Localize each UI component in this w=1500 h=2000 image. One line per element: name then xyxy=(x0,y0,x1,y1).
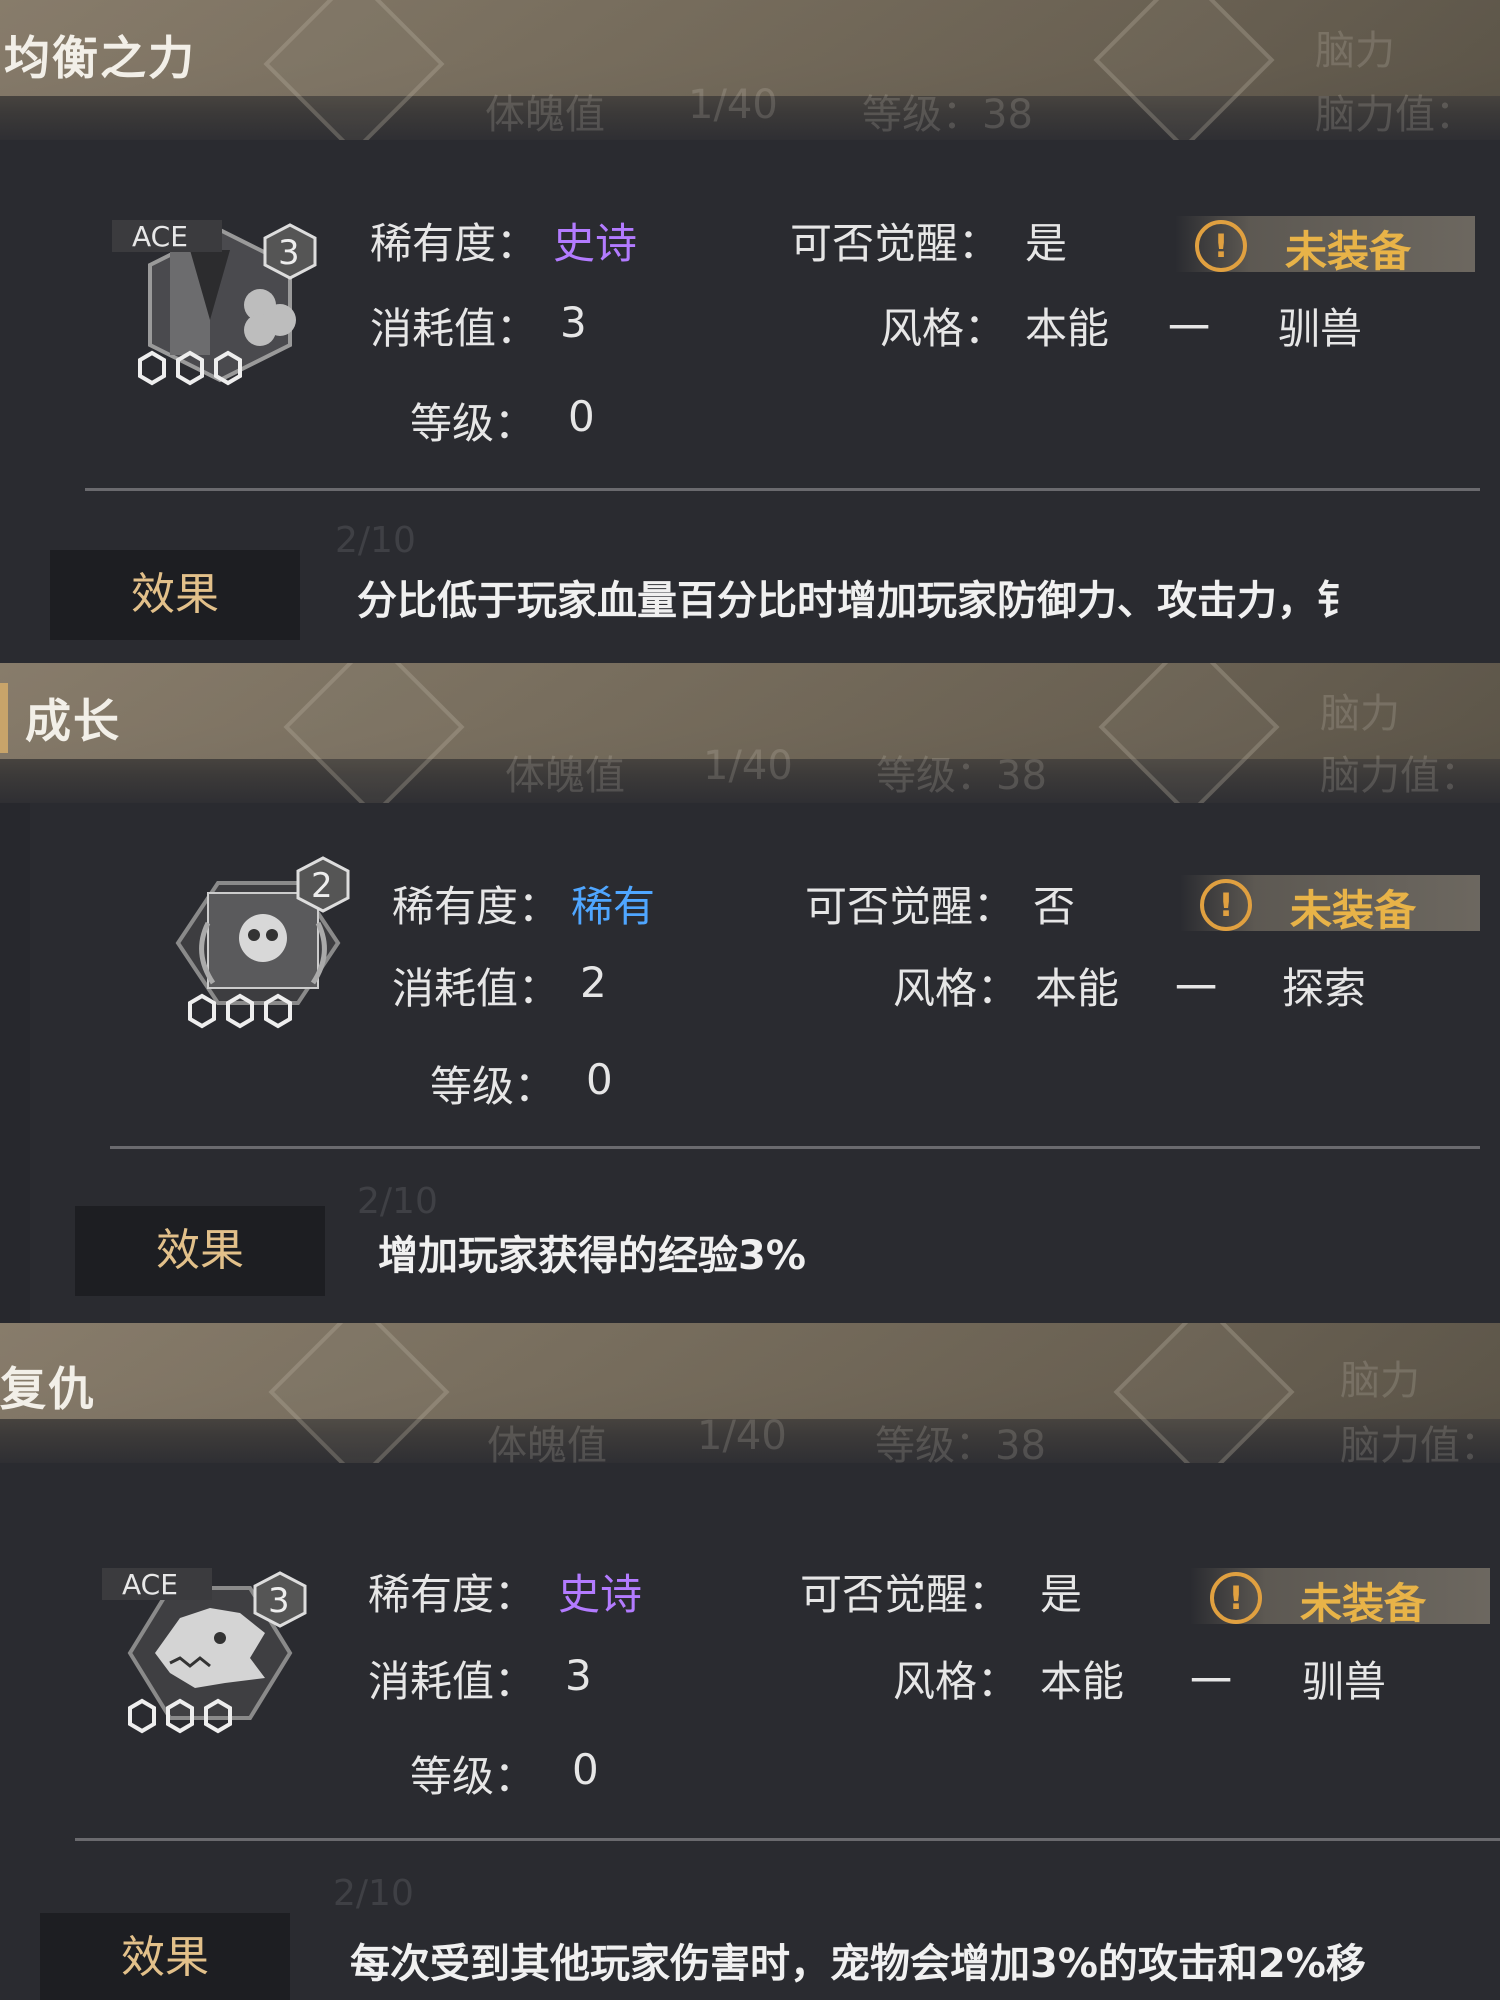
effect-tab[interactable]: 效果 xyxy=(40,1913,290,2000)
ghost-brain-value: 脑力值： xyxy=(1315,92,1475,138)
card-header: 体魄值 1/40 等级：38 脑力 脑力值： 均衡之力 xyxy=(0,0,1500,155)
ghost-stat-value: 1/40 xyxy=(703,743,793,789)
cost-label: 消耗值： xyxy=(368,1657,537,1706)
cost-label: 消耗值： xyxy=(392,964,561,1013)
ghost-stat-value: 1/40 xyxy=(697,1413,787,1459)
rarity-value: 稀有 xyxy=(571,882,656,931)
svg-text:ACE: ACE xyxy=(132,220,188,253)
divider xyxy=(110,1146,1480,1149)
card-title: 复仇 xyxy=(0,1362,96,1416)
rarity-label: 稀有度： xyxy=(368,1570,537,1619)
cost-value: 2 xyxy=(580,958,607,1007)
card-header: 体魄值 1/40 等级：38 脑力 脑力值： 复仇 xyxy=(0,1323,1500,1483)
awaken-label: 可否觉醒： xyxy=(805,882,1016,931)
ghost-level: 等级：38 xyxy=(876,753,1047,799)
awaken-label: 可否觉醒： xyxy=(790,219,1001,268)
style-dash: 一 xyxy=(1168,304,1211,353)
ghost-brain: 脑力 xyxy=(1340,1358,1420,1404)
style-dash: 一 xyxy=(1175,964,1218,1013)
ghost-brain-value: 脑力值： xyxy=(1320,753,1480,799)
divider xyxy=(75,1838,1500,1841)
svg-text:3: 3 xyxy=(268,1581,290,1621)
rarity-value: 史诗 xyxy=(553,219,638,268)
card-header: 体魄值 1/40 等级：38 脑力 脑力值： 成长 xyxy=(0,663,1500,818)
equip-status-badge[interactable]: ! 未装备 xyxy=(1175,216,1475,276)
level-value: 0 xyxy=(572,1745,599,1794)
ghost-stat-label: 体魄值 xyxy=(505,753,625,799)
level-value: 0 xyxy=(586,1055,613,1104)
card-emblem-icon: ACE 3 xyxy=(102,1568,307,1734)
ghost-progress: 2/10 xyxy=(357,1181,438,1222)
awaken-value: 否 xyxy=(1033,882,1076,931)
effect-description: 每次受到其他玩家伤害时，宠物会增加3%的攻击和2%移 xyxy=(350,1941,1366,1987)
equip-status-badge[interactable]: ! 未装备 xyxy=(1190,1568,1490,1628)
level-label: 等级： xyxy=(410,1752,537,1801)
ghost-stat-label: 体魄值 xyxy=(485,92,605,138)
warning-icon: ! xyxy=(1210,1572,1262,1624)
card-body: ACE 3 稀有度： 史诗 消耗值： 3 等级： 0 可否觉醒： 是 风格： 本… xyxy=(0,1463,1500,2000)
effect-tab[interactable]: 效果 xyxy=(50,550,300,640)
effect-description: 分比低于玩家血量百分比时增加玩家防御力、攻击力，钅 xyxy=(357,578,1357,624)
card-title: 均衡之力 xyxy=(4,31,196,85)
warning-icon: ! xyxy=(1195,220,1247,272)
cost-label: 消耗值： xyxy=(370,304,539,353)
card-emblem-icon: 2 xyxy=(175,856,350,1029)
cost-value: 3 xyxy=(565,1651,592,1700)
rarity-label: 稀有度： xyxy=(370,219,539,268)
svg-text:2: 2 xyxy=(311,866,333,906)
cost-value: 3 xyxy=(560,298,587,347)
svg-text:3: 3 xyxy=(278,233,300,273)
level-label: 等级： xyxy=(430,1062,557,1111)
card-body: 2 稀有度： 稀有 消耗值： 2 等级： 0 可否觉醒： 否 风格： 本能 一 … xyxy=(30,803,1500,1323)
card-panel-growth: 体魄值 1/40 等级：38 脑力 脑力值： 成长 2 稀有度： 稀有 消耗值：… xyxy=(0,663,1500,1323)
awaken-value: 是 xyxy=(1025,219,1068,268)
equip-status-text: 未装备 xyxy=(1300,1579,1427,1628)
card-panel-revenge: 体魄值 1/40 等级：38 脑力 脑力值： 复仇 ACE 3 稀有度： 史诗 … xyxy=(0,1323,1500,2000)
awaken-value: 是 xyxy=(1040,1570,1083,1619)
style-label: 风格： xyxy=(893,1657,1020,1706)
style-secondary: 驯兽 xyxy=(1278,304,1363,353)
rarity-label: 稀有度： xyxy=(392,882,561,931)
ghost-level: 等级：38 xyxy=(862,92,1033,138)
ghost-stat-value: 1/40 xyxy=(688,82,778,128)
card-emblem-icon: ACE 3 xyxy=(112,220,317,386)
style-primary: 本能 xyxy=(1035,964,1120,1013)
level-value: 0 xyxy=(568,392,595,441)
style-secondary: 探索 xyxy=(1282,964,1367,1013)
card-panel-balance: 体魄值 1/40 等级：38 脑力 脑力值： 均衡之力 ACE 3 稀有度： 史… xyxy=(0,0,1500,663)
style-label: 风格： xyxy=(893,964,1020,1013)
warning-icon: ! xyxy=(1200,879,1252,931)
equip-status-text: 未装备 xyxy=(1285,227,1412,276)
svg-text:ACE: ACE xyxy=(122,1568,178,1601)
effect-tab[interactable]: 效果 xyxy=(75,1206,325,1296)
rarity-value: 史诗 xyxy=(558,1570,643,1619)
title-accent-bar xyxy=(0,683,8,753)
card-title: 成长 xyxy=(25,694,121,748)
style-primary: 本能 xyxy=(1040,1657,1125,1706)
ghost-progress: 2/10 xyxy=(333,1873,414,1914)
card-body: ACE 3 稀有度： 史诗 消耗值： 3 等级： 0 可否觉醒： 是 风格： 本… xyxy=(0,140,1500,663)
awaken-label: 可否觉醒： xyxy=(800,1570,1011,1619)
level-label: 等级： xyxy=(410,399,537,448)
style-label: 风格： xyxy=(880,304,1007,353)
divider xyxy=(85,488,1480,491)
style-primary: 本能 xyxy=(1025,304,1110,353)
ghost-brain: 脑力 xyxy=(1315,28,1395,74)
ghost-progress: 2/10 xyxy=(335,520,416,561)
equip-status-text: 未装备 xyxy=(1290,886,1417,935)
style-secondary: 驯兽 xyxy=(1302,1657,1387,1706)
ghost-brain: 脑力 xyxy=(1320,691,1400,737)
effect-description: 增加玩家获得的经验3% xyxy=(378,1233,806,1279)
equip-status-badge[interactable]: ! 未装备 xyxy=(1180,875,1480,935)
style-dash: 一 xyxy=(1190,1657,1233,1706)
